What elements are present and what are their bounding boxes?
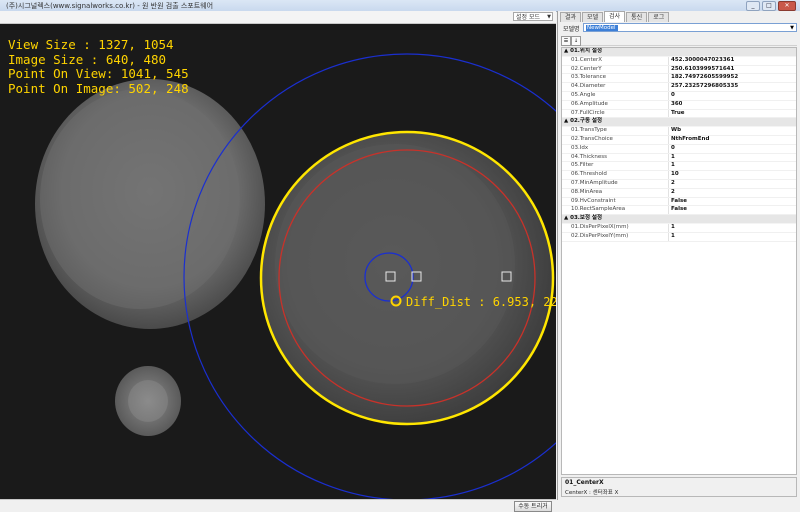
category-position[interactable]: ▲ 01.위치 설정 <box>562 48 796 57</box>
minimize-button[interactable]: _ <box>746 1 760 11</box>
category-drive[interactable]: ▲ 02.구동 설정 <box>562 118 796 128</box>
image-viewer[interactable]: View Size : 1327, 1054 Image Size : 640, … <box>0 24 556 499</box>
view-size-text: View Size : 1327, 1054 <box>8 37 174 52</box>
tab-inspection[interactable]: 검사 <box>604 11 626 22</box>
mode-dropdown-label: 설정 모드 <box>516 14 540 21</box>
point-on-view-text: Point On View: 1041, 545 <box>8 66 189 81</box>
model-select[interactable]: NewModel ▼ <box>583 23 797 32</box>
property-grid-toolbar: ☰ ↓ <box>561 36 797 46</box>
viewer-toolstrip: 설정 모드 ▼ <box>0 11 556 24</box>
property-row[interactable]: 04.Diameter 257.23257296805335 <box>562 83 796 92</box>
property-row[interactable]: 10.RectSampleArea False <box>562 206 796 216</box>
property-row[interactable]: 06.Threshold 10 <box>562 171 796 180</box>
property-grid[interactable]: ▲ 01.위치 설정 01.CenterX 452.3000047023361 0… <box>561 47 797 475</box>
property-row[interactable]: 01.TransType Wb <box>562 127 796 136</box>
property-row[interactable]: 09.HvConstraint False <box>562 197 796 207</box>
settings-panel: 결과 모델 검사 통신 로그 모델명 NewModel ▼ ☰ ↓ ▲ 01.위… <box>557 11 800 500</box>
description-text: CenterX : 센터좌표 X <box>565 490 619 496</box>
sort-categorized-icon[interactable]: ☰ <box>561 36 571 46</box>
mode-dropdown[interactable]: 설정 모드 ▼ <box>513 12 553 21</box>
tab-model[interactable]: 모델 <box>582 12 604 22</box>
image-size-text: Image Size : 640, 480 <box>8 51 167 67</box>
property-description: 01_CenterX CenterX : 센터좌표 X <box>561 477 797 497</box>
property-row[interactable]: 03.Idx 0 <box>562 144 796 154</box>
property-row[interactable]: 03.Tolerance 182.74972605599952 <box>562 74 796 84</box>
model-select-value: NewModel <box>586 25 618 31</box>
property-row[interactable]: 07.MinAmplitude 2 <box>562 179 796 189</box>
property-row[interactable]: 02.CenterY 250.6103999571641 <box>562 65 796 75</box>
close-button[interactable]: ✕ <box>778 1 796 11</box>
window-title: (주)시그널렉스(www.signalworks.co.kr) - 원 반원 검… <box>6 2 214 10</box>
point-on-image-text: Point On Image: 502, 248 <box>8 80 189 96</box>
description-title: 01_CenterX <box>565 479 604 486</box>
dropdown-arrow-icon: ▼ <box>790 25 794 31</box>
property-row[interactable]: 02.DisPerPixelY(mm) 1 <box>562 232 796 242</box>
manual-trigger-button[interactable]: 수동 트리거 <box>514 501 552 512</box>
property-row[interactable]: 02.TransChoice NthFromEnd <box>562 135 796 145</box>
image-pane: 설정 모드 ▼ View Size: 1327, 1054 Image Siz… <box>0 11 556 512</box>
viewer-bottom-bar: 수동 트리거 <box>0 499 556 512</box>
panel-tabs: 결과 모델 검사 통신 로그 <box>560 11 670 22</box>
tab-communication[interactable]: 통신 <box>626 12 648 22</box>
tab-log[interactable]: 로그 <box>648 12 670 22</box>
model-label: 모델명 <box>563 26 580 33</box>
sort-alphabetical-icon[interactable]: ↓ <box>571 36 581 46</box>
property-row[interactable]: 01.DisPerPixelX(mm) 1 <box>562 223 796 233</box>
property-row[interactable]: 01.CenterX 452.3000047023361 <box>562 56 796 66</box>
property-row[interactable]: 06.Amplitude 360 <box>562 100 796 110</box>
property-row[interactable]: 05.Filter 1 <box>562 162 796 172</box>
property-row[interactable]: 08.MinArea 2 <box>562 188 796 198</box>
image-info-overlay: View Size : 1327, 1054 Image Size : 640, … <box>8 37 189 96</box>
category-calibration[interactable]: ▲ 03.보정 설정 <box>562 215 796 224</box>
property-row[interactable]: 04.Thickness 1 <box>562 153 796 163</box>
model-row: 모델명 NewModel ▼ <box>561 23 797 33</box>
dropdown-arrow-icon: ▼ <box>547 14 551 20</box>
maximize-button[interactable]: □ <box>762 1 776 11</box>
tab-result[interactable]: 결과 <box>560 12 582 22</box>
diff-dist-label: Diff_Dist : 6.953, 22. <box>406 295 556 309</box>
window-controls: _ □ ✕ <box>746 1 796 11</box>
property-row[interactable]: 05.Angle 0 <box>562 91 796 101</box>
